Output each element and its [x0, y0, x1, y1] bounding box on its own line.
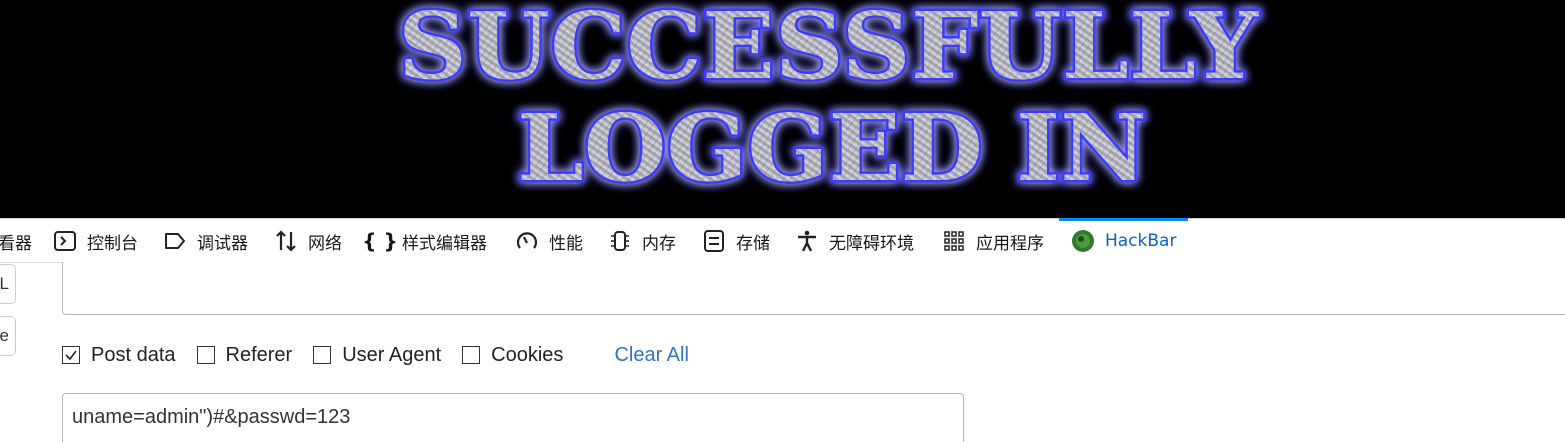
options-row: Post data Referer User Agent Cookies Cle…: [62, 340, 689, 370]
execute-button[interactable]: te: [0, 316, 16, 356]
tab-network[interactable]: 网络: [274, 219, 342, 263]
login-success-banner: SUCCESSFULLY LOGGED IN: [0, 0, 1565, 218]
tab-hackbar[interactable]: HackBar: [1059, 218, 1189, 263]
tab-label: HackBar: [1105, 231, 1177, 251]
tab-label: 应用程序: [976, 233, 1044, 254]
url-input[interactable]: [62, 262, 1565, 315]
tab-style-editor[interactable]: { } 样式编辑器: [362, 219, 487, 263]
banner-line2: LOGGED IN: [517, 94, 1147, 202]
user-agent-option[interactable]: User Agent: [313, 344, 441, 367]
tab-label: 样式编辑器: [402, 233, 487, 254]
tab-label: 内存: [642, 233, 676, 254]
banner-graphic: SUCCESSFULLY LOGGED IN: [396, 0, 1262, 205]
console-icon: [53, 229, 77, 253]
referer-label: Referer: [225, 343, 293, 366]
clear-all-link[interactable]: Clear All: [614, 344, 688, 367]
tab-application[interactable]: 应用程序: [942, 219, 1044, 263]
execute-label: te: [0, 326, 9, 345]
tab-console[interactable]: 控制台: [53, 219, 138, 263]
devtools-tabbar: 看器 控制台 调试器 网络 { } 样式编辑器 性能 内存 存储 无障碍环境 应…: [0, 218, 1565, 263]
tab-debugger[interactable]: 调试器: [163, 219, 248, 263]
post-data-value: uname=admin")#&passwd=123: [72, 406, 351, 428]
memory-chip-icon: [608, 229, 632, 253]
hackbar-icon: [1071, 229, 1095, 253]
active-tab-indicator: [1059, 218, 1189, 221]
referer-option[interactable]: Referer: [196, 343, 293, 367]
app-grid-icon: [942, 229, 966, 253]
cookies-checkbox[interactable]: [462, 346, 481, 364]
tab-label: 看器: [0, 233, 32, 254]
cookies-option[interactable]: Cookies: [462, 344, 563, 367]
tab-label: 网络: [308, 233, 342, 254]
tab-label: 控制台: [87, 233, 138, 254]
cookies-label: Cookies: [491, 343, 564, 366]
post-data-checkbox[interactable]: [62, 346, 80, 364]
post-data-label: Post data: [91, 343, 176, 366]
braces-icon: { }: [362, 229, 398, 253]
load-url-label: URL: [0, 274, 9, 293]
storage-icon: [702, 229, 726, 253]
checkmark-icon: [65, 350, 77, 361]
tab-accessibility[interactable]: 无障碍环境: [795, 219, 914, 263]
post-data-input[interactable]: uname=admin")#&passwd=123: [62, 393, 964, 442]
network-arrows-icon: [274, 229, 298, 253]
tab-storage[interactable]: 存储: [702, 219, 770, 263]
referer-checkbox[interactable]: [196, 346, 215, 364]
load-url-button[interactable]: URL: [0, 264, 16, 304]
user-agent-label: User Agent: [342, 343, 442, 366]
tab-performance[interactable]: 性能: [515, 219, 583, 263]
banner-line1: SUCCESSFULLY: [398, 0, 1259, 100]
tab-memory[interactable]: 内存: [608, 219, 676, 263]
tab-inspector[interactable]: 看器: [0, 219, 32, 263]
tab-label: 调试器: [197, 233, 248, 254]
post-data-option[interactable]: Post data: [62, 344, 176, 367]
accessibility-icon: [795, 229, 819, 253]
debugger-icon: [163, 229, 187, 253]
user-agent-checkbox[interactable]: [313, 346, 332, 364]
tab-label: 性能: [549, 233, 583, 254]
page: SUCCESSFULLY LOGGED IN 看器 控制台 调试器 网络 {}…: [0, 0, 1565, 442]
tab-label: 无障碍环境: [829, 233, 914, 254]
tab-label: 存储: [736, 233, 770, 254]
gauge-icon: [515, 229, 539, 253]
